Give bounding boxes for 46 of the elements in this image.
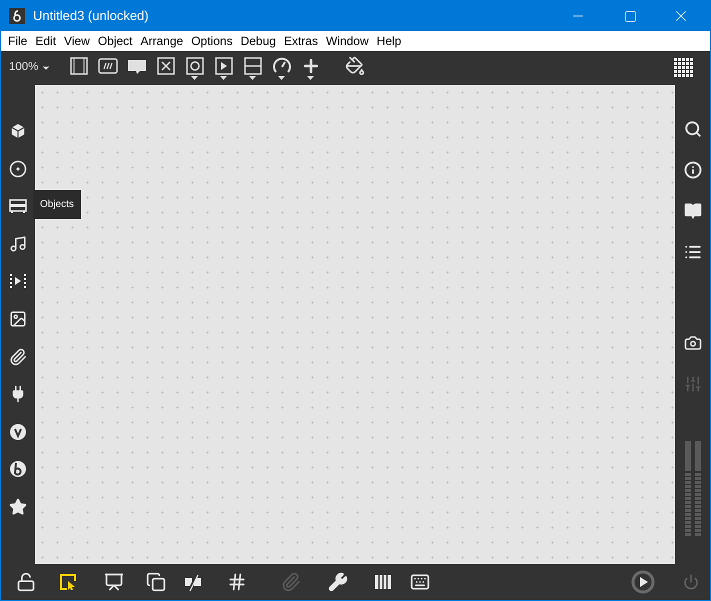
dropdown-caret-icon[interactable]	[278, 76, 285, 80]
play-circle-icon[interactable]	[631, 570, 655, 594]
piano-keys-icon[interactable]	[372, 572, 392, 592]
b-circle-icon[interactable]	[9, 460, 27, 478]
zoom-dropdown[interactable]: 100%	[9, 59, 64, 77]
dropdown-caret-icon[interactable]	[307, 76, 314, 80]
keyboard-icon[interactable]	[410, 572, 430, 592]
dropdown-caret-icon[interactable]	[249, 76, 256, 80]
menu-item[interactable]: Options	[187, 32, 237, 50]
image-icon[interactable]	[9, 310, 27, 328]
list-icon[interactable]	[684, 243, 702, 261]
app-logo-icon	[9, 8, 25, 24]
tooltip: Objects	[33, 190, 81, 220]
search-icon[interactable]	[684, 120, 702, 138]
menu-item[interactable]: Object	[94, 32, 137, 50]
menu-item[interactable]: View	[60, 32, 94, 50]
info-icon[interactable]	[684, 161, 702, 179]
dropdown-caret-icon[interactable]	[191, 76, 198, 80]
menu-item[interactable]: Window	[322, 32, 373, 50]
book-icon[interactable]	[684, 202, 702, 220]
panel-icon[interactable]	[9, 197, 27, 216]
media-icon[interactable]	[9, 272, 27, 290]
maximize-icon[interactable]	[624, 10, 637, 22]
v-circle-icon[interactable]	[9, 422, 27, 441]
window-title: Untitled3 (unlocked)	[33, 7, 150, 26]
paperclip-icon[interactable]	[9, 348, 27, 366]
grid-icon[interactable]	[227, 572, 247, 592]
camera-icon[interactable]	[684, 334, 702, 352]
star-icon[interactable]	[9, 498, 27, 516]
menu-item[interactable]: Arrange	[136, 32, 188, 50]
snap-off-icon[interactable]	[183, 572, 203, 592]
layers-icon[interactable]	[146, 572, 166, 592]
menu-item[interactable]: Edit	[31, 32, 60, 50]
wrench-icon[interactable]	[328, 572, 348, 592]
presentation-icon[interactable]	[104, 572, 124, 592]
menu-item[interactable]: Debug	[236, 32, 280, 50]
dropdown-caret-icon[interactable]	[220, 76, 227, 80]
menu-item[interactable]: Extras	[280, 32, 322, 50]
target-icon[interactable]	[9, 160, 27, 178]
music-note-icon[interactable]	[9, 234, 27, 253]
cube-icon[interactable]	[9, 122, 27, 140]
edit-mode-icon[interactable]	[58, 572, 78, 592]
unlocked-icon[interactable]	[16, 572, 36, 592]
grid-dots-icon[interactable]	[674, 58, 694, 78]
menu-item[interactable]: File	[4, 32, 32, 50]
menu-item[interactable]: Help	[372, 32, 406, 50]
